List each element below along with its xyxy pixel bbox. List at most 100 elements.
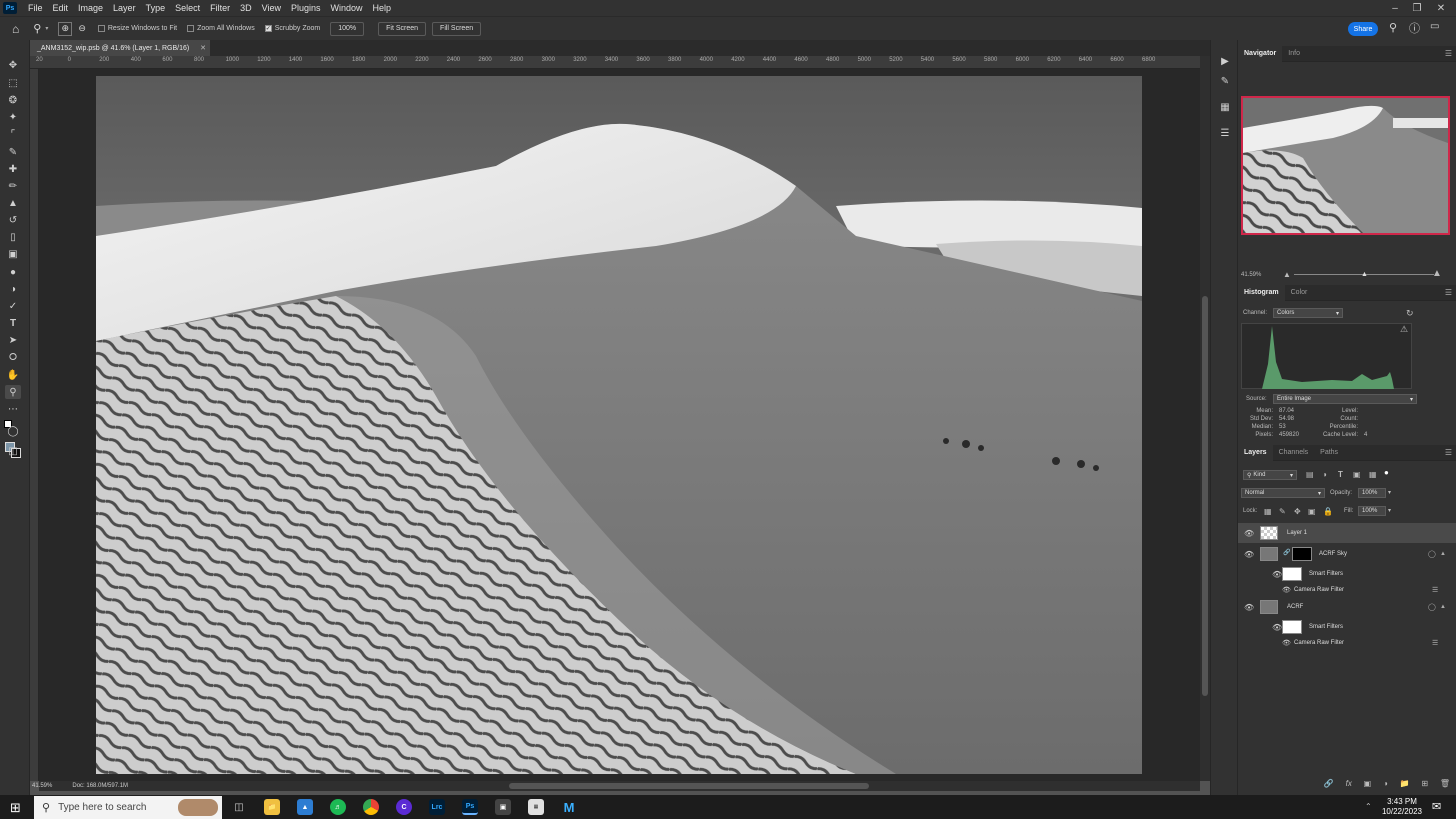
photos-app-icon[interactable]: ▲ [297, 799, 313, 815]
lock-position-icon[interactable]: ✥ [1294, 507, 1301, 516]
fill-input[interactable]: 100% [1358, 506, 1386, 516]
smart-filter-icon[interactable]: ◯ [1428, 550, 1436, 558]
lock-pixels-icon[interactable]: ✎ [1279, 507, 1286, 516]
menu-file[interactable]: File [23, 3, 48, 13]
move-tool-icon[interactable]: ✥ [5, 58, 21, 72]
crop-tool-icon[interactable]: ⌜ [5, 127, 21, 141]
type-tool-icon[interactable]: T [5, 316, 21, 330]
visibility-eye-icon[interactable]: 👁 [1244, 529, 1254, 538]
malwarebytes-icon[interactable]: M [561, 799, 577, 815]
menu-3d[interactable]: 3D [235, 3, 257, 13]
status-doc-size[interactable]: Doc: 168.0M/597.1M [72, 783, 128, 789]
menu-plugins[interactable]: Plugins [286, 3, 326, 13]
filter-toggle-icon[interactable]: ● [1384, 468, 1389, 477]
horizontal-scrollbar[interactable] [39, 781, 1200, 791]
stamp-tool-icon[interactable]: ▲ [5, 196, 21, 210]
file-explorer-icon[interactable]: 📁 [264, 799, 280, 815]
zoom-out-icon[interactable]: ⊖ [78, 23, 86, 34]
lock-artboard-icon[interactable]: ▣ [1308, 507, 1316, 516]
adjustments-icon[interactable]: ☰ [1217, 126, 1233, 140]
path-selection-icon[interactable]: ➤ [5, 333, 21, 347]
channel-select[interactable]: Colors ▾ [1273, 308, 1343, 318]
tab-layers[interactable]: Layers [1238, 444, 1273, 461]
workspace-icon[interactable]: ▭ [1430, 21, 1439, 32]
history-brush-icon[interactable]: ↺ [5, 213, 21, 227]
layer-kind-filter[interactable]: ⚲ Kind ▾ [1243, 470, 1297, 480]
layers-menu-icon[interactable]: ☰ [1445, 448, 1452, 457]
zoom-in-small-icon[interactable]: ▲ [1432, 268, 1442, 279]
help-icon[interactable]: ⓘ [1409, 20, 1420, 36]
collapse-arrow-icon[interactable]: ▲ [1440, 604, 1446, 610]
chrome-icon[interactable] [363, 799, 379, 815]
zoom-out-small-icon[interactable]: ▲ [1283, 270, 1291, 279]
histogram-menu-icon[interactable]: ☰ [1445, 288, 1452, 297]
navigator-zoom-slider-thumb[interactable]: ▲ [1361, 271, 1368, 278]
system-tray-chevron-icon[interactable]: ⌃ [1365, 802, 1372, 811]
layer-mask-thumbnail[interactable] [1292, 547, 1312, 561]
menu-layer[interactable]: Layer [108, 3, 141, 13]
fx-icon[interactable]: fx [1346, 779, 1352, 788]
zoom-tool-selected-icon[interactable]: ⚲ [5, 385, 21, 399]
zoom-in-icon[interactable]: ⊕ [58, 21, 73, 36]
filter-type-icon[interactable]: T [1338, 470, 1343, 479]
home-icon[interactable]: ⌂ [12, 22, 19, 36]
menu-window[interactable]: Window [326, 3, 368, 13]
adjustment-layer-icon[interactable]: ◑ [1383, 779, 1388, 788]
resize-windows-checkbox[interactable]: Resize Windows to Fit [97, 25, 177, 32]
delete-layer-icon[interactable]: 🗑 [1440, 779, 1450, 788]
brush-tool-icon[interactable]: ✏ [5, 179, 21, 193]
topaz-app-icon[interactable]: ▦ [528, 799, 544, 815]
search-icon[interactable]: ⚲ [1389, 21, 1397, 34]
brush-settings-icon[interactable]: ✎ [1217, 74, 1233, 88]
spotify-icon[interactable]: ♬ [330, 799, 346, 815]
zoom-all-checkbox[interactable]: Zoom All Windows [187, 25, 255, 32]
tab-channels[interactable]: Channels [1273, 445, 1315, 461]
filter-smart-icon[interactable]: ▦ [1369, 470, 1377, 479]
zoom-100-button[interactable]: 100% [330, 21, 365, 36]
taskbar-clock[interactable]: 3:43 PM 10/22/2023 [1378, 797, 1426, 817]
play-action-icon[interactable]: ▶ [1217, 54, 1233, 68]
layer-row-layer1[interactable]: 👁 Layer 1 [1238, 523, 1456, 543]
hand-tool-icon[interactable]: ✋ [5, 368, 21, 382]
ruler-top[interactable]: 20 0 200 400 600 800 1000 1200 1400 1600 1800 2000 2… [30, 56, 1200, 69]
close-tab-icon[interactable]: ✕ [200, 44, 206, 52]
visibility-eye-icon[interactable]: 👁 [1282, 586, 1291, 594]
menu-select[interactable]: Select [170, 3, 205, 13]
tab-histogram[interactable]: Histogram [1238, 284, 1285, 301]
vertical-scroll-thumb[interactable] [1202, 296, 1208, 696]
visibility-eye-icon[interactable]: 👁 [1272, 570, 1282, 579]
menu-image[interactable]: Image [73, 3, 108, 13]
filter-adjustment-icon[interactable]: ◑ [1322, 470, 1327, 479]
libraries-icon[interactable]: ▦ [1217, 100, 1233, 114]
screen-mode-icon[interactable]: ◫ [5, 444, 21, 458]
lock-transparency-icon[interactable]: ▦ [1264, 507, 1272, 516]
filter-options-icon[interactable]: ☰ [1432, 639, 1438, 647]
panel-menu-icon[interactable]: ☰ [1445, 49, 1452, 58]
chevron-down-icon[interactable]: ▾ [1388, 507, 1391, 514]
lock-all-icon[interactable]: 🔒 [1323, 507, 1333, 516]
source-select[interactable]: Entire Image ▾ [1273, 394, 1417, 404]
more-tools-icon[interactable]: ⋯ [5, 402, 21, 416]
quick-mask-icon[interactable]: ◯ [5, 424, 21, 438]
document-tab[interactable]: _ANM3152_wip.psb @ 41.6% (Layer 1, RGB/1… [30, 40, 210, 56]
collapse-arrow-icon[interactable]: ▲ [1440, 551, 1446, 557]
photoshop-taskbar-icon[interactable]: Ps [462, 799, 478, 815]
blur-tool-icon[interactable]: ● [5, 265, 21, 279]
cache-warning-icon[interactable]: ⚠ [1400, 324, 1408, 335]
link-icon[interactable]: 🔗 [1283, 549, 1290, 556]
layer-row-camera-raw-filter[interactable]: 👁 Camera Raw Filter ☰ [1238, 633, 1456, 653]
fit-screen-button[interactable]: Fit Screen [378, 21, 427, 36]
ruler-left[interactable] [30, 69, 39, 781]
marquee-tool-icon[interactable]: ⬚ [5, 76, 21, 90]
gradient-tool-icon[interactable]: ▣ [5, 247, 21, 261]
smart-filter-icon[interactable]: ◯ [1428, 603, 1436, 611]
minimize-icon[interactable]: – [1386, 0, 1404, 16]
scrubby-zoom-checkbox[interactable]: ✓ Scrubby Zoom [264, 25, 320, 32]
chevron-down-icon[interactable]: ▾ [45, 25, 48, 32]
tab-info[interactable]: Info [1282, 46, 1306, 62]
menu-edit[interactable]: Edit [48, 3, 74, 13]
navigator-zoom-value[interactable]: 41.59% [1241, 272, 1261, 278]
navigator-preview[interactable] [1241, 96, 1450, 235]
add-mask-icon[interactable]: ▣ [1364, 779, 1372, 788]
lasso-tool-icon[interactable]: ❂ [5, 93, 21, 107]
